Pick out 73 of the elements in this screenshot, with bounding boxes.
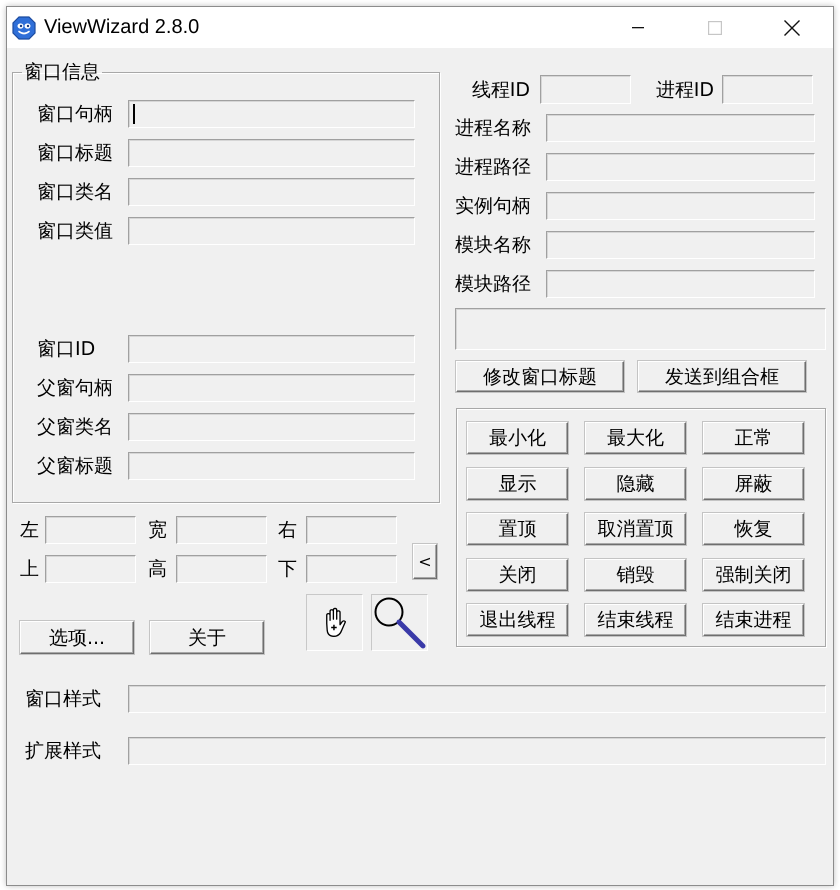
field-label: 父窗类名 (37, 416, 113, 438)
magnifier-icon (372, 596, 426, 650)
text-field[interactable] (128, 737, 826, 765)
field-label: 模块路径 (455, 273, 531, 295)
window-action-button[interactable]: 结束线程 (585, 604, 686, 636)
window-action-button[interactable]: 置顶 (467, 513, 568, 545)
window-action-button[interactable]: 恢复 (703, 513, 804, 545)
field-label: 窗口样式 (25, 688, 101, 710)
text-field[interactable] (128, 335, 415, 363)
window-action-button[interactable]: 销毁 (585, 558, 686, 590)
text-field[interactable] (128, 178, 415, 206)
field-label: 右 (277, 519, 297, 541)
text-field[interactable] (546, 192, 815, 220)
text-field[interactable] (45, 516, 136, 544)
dialog-button[interactable]: 关于 (150, 621, 264, 654)
hand-tool-button[interactable] (306, 594, 363, 651)
text-field[interactable] (455, 308, 826, 350)
text-field[interactable] (306, 555, 397, 583)
text-field[interactable] (128, 374, 415, 402)
field-label: 实例句柄 (455, 195, 531, 217)
window-action-button[interactable]: 关闭 (467, 558, 568, 590)
window-action-button[interactable]: 取消置顶 (585, 513, 686, 545)
field-label: 进程ID (656, 78, 715, 100)
text-field[interactable] (546, 270, 815, 298)
window-action-button[interactable]: 最大化 (585, 422, 686, 454)
text-field[interactable] (540, 75, 631, 104)
window-action-button[interactable]: 显示 (467, 468, 568, 500)
magnifier-tool-button[interactable] (371, 594, 428, 651)
text-field[interactable] (45, 555, 136, 583)
dialog-button[interactable]: 发送到组合框 (638, 361, 806, 392)
field-label: 进程路径 (455, 156, 531, 178)
field-label: 窗口类值 (37, 220, 113, 242)
field-label: 模块名称 (455, 234, 531, 256)
text-field[interactable] (128, 685, 826, 713)
window-action-button[interactable]: 正常 (703, 422, 804, 454)
text-field[interactable] (128, 452, 415, 480)
field-label: 窗口句柄 (37, 103, 113, 125)
field-label: 高 (147, 558, 167, 580)
field-label: 窗口标题 (37, 142, 113, 164)
field-label: 下 (277, 558, 297, 580)
text-field[interactable] (546, 114, 815, 142)
text-field[interactable] (546, 231, 815, 259)
field-label: 扩展样式 (25, 740, 101, 762)
window-title: ViewWizard 2.8.0 (44, 16, 200, 39)
field-label: 窗口ID (37, 338, 96, 360)
text-field[interactable] (128, 139, 415, 167)
window-action-button[interactable]: 强制关闭 (703, 558, 804, 590)
window-action-button[interactable]: 结束进程 (703, 604, 804, 636)
face-logo-icon (12, 16, 36, 40)
field-label: 窗口类名 (37, 181, 113, 203)
dialog-button[interactable]: 选项... (20, 621, 134, 654)
window-action-button[interactable]: 屏蔽 (703, 468, 804, 500)
text-field[interactable] (176, 555, 267, 583)
field-label: 左 (20, 519, 39, 541)
text-field[interactable] (128, 413, 415, 441)
window-action-button[interactable]: 最小化 (467, 422, 568, 454)
field-label: 父窗句柄 (37, 377, 113, 399)
field-label: 宽 (147, 519, 167, 541)
field-label: 父窗标题 (37, 455, 113, 477)
window-action-button[interactable]: 隐藏 (585, 468, 686, 500)
field-label: 线程ID (472, 78, 531, 100)
text-field[interactable] (128, 217, 415, 245)
window-action-button[interactable]: 退出线程 (467, 604, 568, 636)
field-label: 上 (20, 558, 39, 580)
dialog-button[interactable]: 修改窗口标题 (456, 361, 624, 392)
text-field[interactable] (722, 75, 813, 104)
group-title: 窗口信息 (23, 61, 101, 83)
text-field[interactable] (306, 516, 397, 544)
field-label: 进程名称 (455, 117, 531, 139)
text-field[interactable] (546, 153, 815, 181)
text-field[interactable] (176, 516, 267, 544)
collapse-button[interactable]: < (413, 544, 437, 579)
text-field[interactable] (128, 100, 415, 128)
